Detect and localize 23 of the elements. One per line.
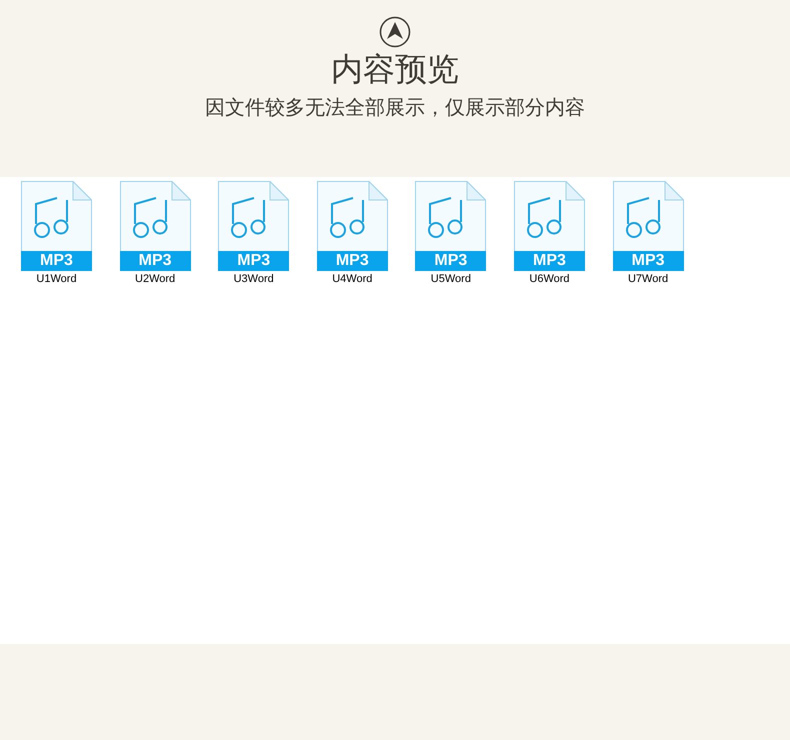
file-name[interactable]: U4Word xyxy=(332,272,372,286)
music-note-icon xyxy=(626,197,660,238)
music-note-icon xyxy=(132,197,168,238)
file-type-label: MP3 xyxy=(334,251,370,271)
file-name[interactable]: U5Word xyxy=(430,272,471,286)
file-name[interactable]: U2Word xyxy=(135,272,176,286)
music-note-icon xyxy=(526,197,562,238)
music-note-icon xyxy=(34,197,68,238)
file-type-label: MP3 xyxy=(236,251,272,271)
file-type-label: MP3 xyxy=(630,251,666,271)
file-name[interactable]: U1Word xyxy=(36,272,77,286)
file-type-label: MP3 xyxy=(39,251,74,271)
file-name[interactable]: U3Word xyxy=(234,272,274,286)
music-note-icon xyxy=(428,197,463,238)
file-type-label: MP3 xyxy=(433,251,468,271)
file-name[interactable]: U6Word xyxy=(529,272,570,286)
section-subtitle: 因文件较多无法全部展示，仅展示部分内容 xyxy=(205,96,585,121)
file-type-label: MP3 xyxy=(532,251,567,271)
music-note-icon xyxy=(330,197,364,238)
file-type-label: MP3 xyxy=(138,251,173,271)
section-title: 内容预览 xyxy=(331,50,459,89)
music-note-icon xyxy=(231,197,266,238)
file-name[interactable]: U7Word xyxy=(628,272,668,286)
